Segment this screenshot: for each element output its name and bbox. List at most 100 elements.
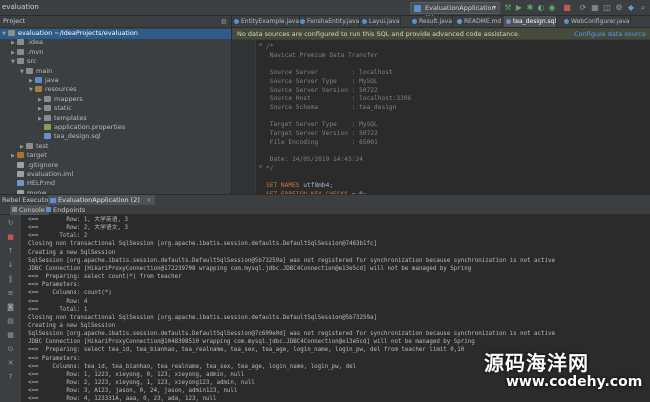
- search-icon[interactable]: ⌕: [638, 3, 648, 13]
- console-line: <== Row: 2, 大学语文, 3: [28, 225, 128, 232]
- code-line[interactable]: Date: 14/05/2019 14:43:24: [266, 155, 363, 164]
- code-line[interactable]: Source Host : localhost:3306: [266, 94, 412, 103]
- debug-icon[interactable]: ✱: [525, 3, 535, 13]
- editor-tab[interactable]: Layui.java: [360, 16, 401, 27]
- close-icon[interactable]: ×: [146, 196, 151, 204]
- tree-item-label: evaluation.iml: [27, 170, 74, 178]
- project-view-label[interactable]: Project: [3, 17, 25, 25]
- tree-item[interactable]: evaluation.iml: [0, 170, 231, 180]
- up-icon[interactable]: ↑: [6, 247, 15, 255]
- gear-icon[interactable]: ⚙: [221, 17, 227, 28]
- code-line[interactable]: Target Server Type : MySQL: [266, 120, 378, 129]
- tree-item[interactable]: ▶ static: [0, 104, 231, 114]
- code-line[interactable]: */: [266, 164, 273, 173]
- code-line[interactable]: Source Server : localhost: [266, 68, 393, 77]
- endpoints-icon: [46, 207, 51, 212]
- fold-icon[interactable]: ⊟: [259, 42, 262, 48]
- build-icon[interactable]: ⚒: [503, 3, 513, 13]
- run-configuration-select[interactable]: EvaluationApplication (2) ▾: [410, 2, 500, 22]
- line-gutter[interactable]: [232, 40, 256, 194]
- code-line[interactable]: /*: [266, 42, 273, 51]
- camera-icon[interactable]: ◙: [6, 303, 15, 311]
- code-line[interactable]: Target Server Version : 50722: [266, 129, 378, 138]
- down-icon[interactable]: ↓: [6, 261, 15, 269]
- tree-item-label: .idea: [27, 38, 43, 47]
- settings-icon[interactable]: ⚙: [614, 3, 624, 13]
- tree-item[interactable]: ▶ target: [0, 151, 231, 161]
- soft-wrap-icon[interactable]: ≡: [6, 289, 15, 297]
- editor-tab[interactable]: FenshaEntity.java: [298, 16, 361, 27]
- editor-tab[interactable]: WebConfigurer.java: [562, 16, 631, 27]
- stop-icon[interactable]: ■: [562, 3, 572, 13]
- sync-icon[interactable]: ⟳: [578, 3, 588, 13]
- tree-item[interactable]: .gitignore: [0, 161, 231, 171]
- tree-item[interactable]: ▶ templates: [0, 114, 231, 124]
- console-line: <== Total: 2: [28, 233, 88, 240]
- file-sql-icon: [44, 133, 51, 140]
- configure-data-source-link[interactable]: Configure data source: [574, 28, 646, 40]
- folder-src-icon: [35, 77, 42, 83]
- code-line[interactable]: Source Schema : tea_design: [266, 103, 397, 112]
- code-editor[interactable]: /* Navicat Premium Data Transfer Source …: [232, 40, 650, 198]
- sql-keyword: SET NAMES: [266, 182, 304, 190]
- tree-item[interactable]: ▼ src: [0, 57, 231, 67]
- tab-console[interactable]: Console: [10, 205, 49, 215]
- tree-item[interactable]: ▼ evaluation ~/IdeaProjects/evaluation: [0, 29, 231, 39]
- run-toolbar: ↻ ■ ↑ ↓ ‖ ≡ ◙ ▤ ▦ ⊙ ✕?: [0, 215, 22, 402]
- plugin-icon[interactable]: ◆: [626, 3, 636, 13]
- tree-item-label: tea_design.sql: [54, 132, 101, 141]
- code-line[interactable]: Navicat Premium Data Transfer: [266, 51, 378, 60]
- tree-item[interactable]: HELP.md: [0, 179, 231, 189]
- editor-tab-label: Result.java: [419, 18, 453, 25]
- run-icon[interactable]: ▶: [514, 3, 524, 13]
- editor-tab[interactable]: README.md: [455, 16, 503, 27]
- tree-item[interactable]: ▶ .idea: [0, 38, 231, 48]
- folder-res-icon: [35, 86, 42, 93]
- editor-tab[interactable]: tea_design.sql: [504, 16, 558, 27]
- print-icon[interactable]: ▤: [6, 317, 15, 325]
- tab-endpoints[interactable]: Endpoints: [44, 205, 89, 215]
- editor-tab-label: FenshaEntity.java: [307, 18, 360, 25]
- rerun-icon[interactable]: ↻: [6, 219, 15, 227]
- tree-item-label: mappers: [54, 94, 83, 103]
- editor-tab[interactable]: EntityExample.java: [232, 16, 301, 27]
- fold-icon[interactable]: ⊟: [259, 164, 262, 170]
- watermark-text: 源码海洋网: [484, 351, 589, 375]
- tree-item[interactable]: tea_design.sql: [0, 132, 231, 142]
- console-line: JDBC Connection [HikariProxyConnection@1…: [28, 265, 472, 272]
- structure-icon[interactable]: ▦: [590, 3, 600, 13]
- code-line[interactable]: Source Server Version : 50722: [266, 86, 378, 95]
- file-type-icon: [412, 19, 417, 24]
- tree-item[interactable]: ▼ resources: [0, 85, 231, 95]
- tree-item[interactable]: ▶ mappers: [0, 95, 231, 105]
- coverage-icon[interactable]: ◐: [536, 3, 546, 13]
- tree-item-label: templates: [54, 113, 87, 122]
- tree-item-label: java: [45, 76, 59, 84]
- pin-icon[interactable]: ⊙: [6, 345, 15, 353]
- pause-icon[interactable]: ‖: [6, 275, 15, 283]
- console-line: <== Columns: tea_id, tea_bianhao, tea_re…: [28, 363, 357, 370]
- tree-item-label: src: [27, 57, 37, 66]
- tree-item[interactable]: ▼ main: [0, 67, 231, 77]
- project-panel-header[interactable]: Project ⚙: [0, 16, 231, 28]
- tree-item[interactable]: ▶ .mvn: [0, 48, 231, 58]
- layout-icon[interactable]: ▦: [6, 331, 15, 339]
- code-line[interactable]: File Encoding : 65001: [266, 138, 378, 147]
- help-icon[interactable]: ?: [6, 373, 15, 381]
- folder-icon: [44, 114, 51, 121]
- tree-item-label: main: [36, 66, 53, 75]
- breadcrumb[interactable]: evaluation: [2, 3, 39, 11]
- tree-item[interactable]: ▶ test: [0, 142, 231, 152]
- stop-run-icon[interactable]: ■: [6, 233, 15, 241]
- trash-icon[interactable]: ✕: [6, 359, 15, 367]
- console-line: <== Row: 1, 1223, xieyong, 0, 123, xieyo…: [28, 371, 245, 378]
- console-line: SqlSession [org.apache.ibatis.session.de…: [28, 257, 555, 264]
- code-line[interactable]: SET NAMES utf8mb4;: [266, 181, 333, 190]
- tree-item[interactable]: ▶ java: [0, 76, 231, 86]
- profile-icon[interactable]: ◉: [547, 3, 557, 13]
- tree-item[interactable]: application.properties: [0, 123, 231, 133]
- code-line[interactable]: Source Server Type : MySQL: [266, 77, 378, 86]
- editor-tab[interactable]: Result.java: [410, 16, 454, 27]
- folder-icon: [26, 67, 33, 74]
- database-icon[interactable]: ◫: [602, 3, 612, 13]
